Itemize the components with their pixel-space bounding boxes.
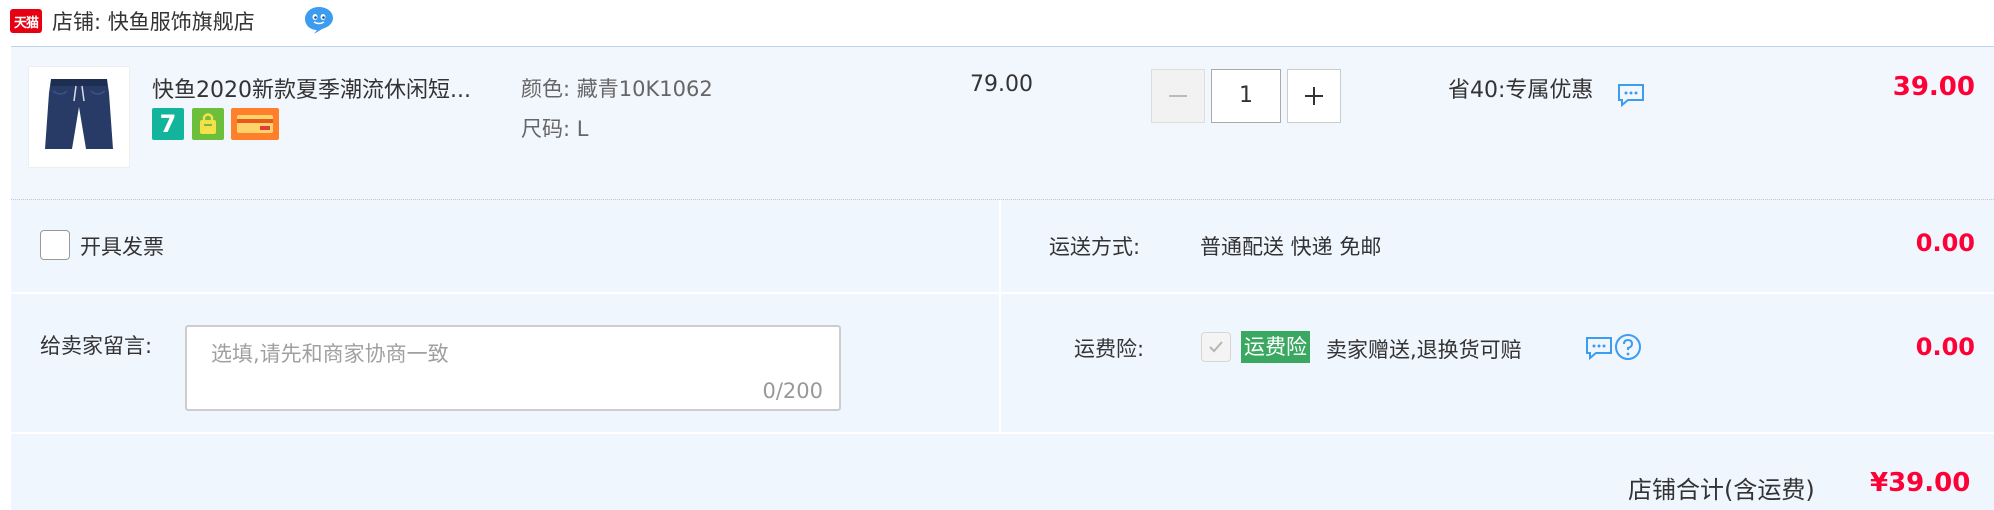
insurance-badge: 运费险 — [1241, 331, 1310, 363]
insurance-fee: 0.00 — [1915, 333, 1975, 361]
shopping-bag-icon[interactable] — [192, 108, 224, 140]
sku-color-label: 颜色: — [521, 77, 571, 101]
invoice-label[interactable]: 开具发票 — [80, 231, 164, 261]
seller-message-textarea[interactable]: 选填,请先和商家协商一致 0/200 — [185, 325, 841, 411]
quantity-increase-button[interactable] — [1287, 69, 1341, 123]
quantity-input[interactable]: 1 — [1211, 69, 1281, 123]
message-label: 给卖家留言: — [40, 334, 153, 358]
shipping-method: 普通配送 快递 免邮 — [1200, 235, 1382, 259]
shop-header: 店铺: 快鱼服饰旗舰店 — [52, 6, 255, 36]
invoice-checkbox[interactable] — [40, 230, 70, 260]
product-title-link[interactable]: 快鱼2020新款夏季潮流休闲短... — [152, 72, 471, 104]
tmall-logo: 天猫 — [10, 9, 42, 33]
insurance-checkbox[interactable] — [1201, 332, 1231, 362]
shop-label: 店铺: — [52, 10, 102, 34]
unit-price: 79.00 — [970, 72, 1033, 97]
help-question-icon[interactable] — [1614, 333, 1642, 361]
sku-color-value: 藏青10K1062 — [576, 77, 713, 101]
message-placeholder: 选填,请先和商家协商一致 — [211, 342, 449, 366]
order-item-row — [11, 46, 1994, 200]
shipping-panel — [1001, 200, 1994, 292]
message-char-counter: 0/200 — [762, 379, 823, 403]
sku-size: 尺码: L — [521, 113, 588, 143]
shop-name-link[interactable]: 快鱼服饰旗舰店 — [108, 10, 255, 34]
shipping-fee: 0.00 — [1915, 229, 1975, 257]
sku-color: 颜色: 藏青10K1062 — [521, 73, 713, 103]
promotion-text: 省40:专属优惠 — [1448, 78, 1594, 103]
quantity-decrease-button[interactable] — [1151, 69, 1205, 123]
insurance-description: 卖家赠送,退换货可赔 — [1326, 338, 1522, 362]
product-thumbnail[interactable] — [28, 66, 130, 168]
item-subtotal: 39.00 — [1892, 72, 1975, 102]
shop-total-label: 店铺合计(含运费) — [1628, 476, 1815, 504]
wangwang-chat-icon[interactable] — [302, 5, 336, 35]
promo-comment-icon[interactable] — [1616, 82, 1646, 108]
seven-day-return-icon[interactable]: 7 — [152, 108, 184, 140]
sku-size-label: 尺码: — [521, 117, 571, 141]
shop-total-amount: ¥39.00 — [1870, 468, 1971, 498]
sku-size-value: L — [576, 117, 589, 141]
shipping-label: 运送方式: — [1049, 235, 1141, 259]
insurance-label: 运费险: — [1074, 337, 1145, 361]
credit-card-icon[interactable] — [231, 108, 279, 140]
insurance-comment-icon[interactable] — [1584, 335, 1614, 361]
